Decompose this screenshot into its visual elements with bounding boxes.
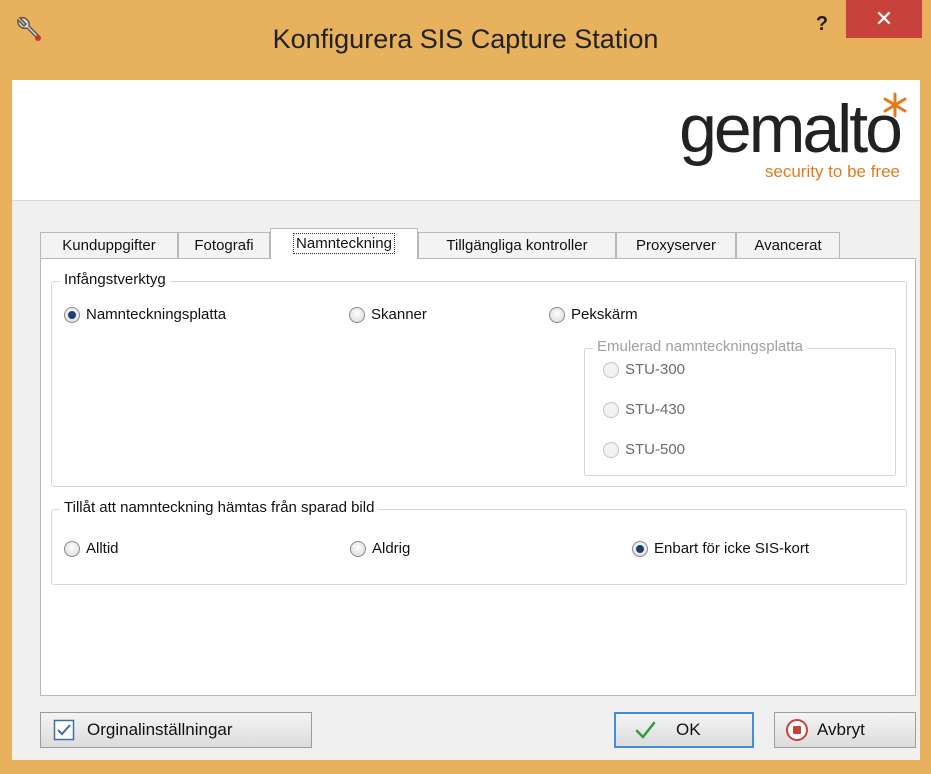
defaults-button-label: Orginalinställningar: [87, 720, 233, 739]
radio-label: Skanner: [371, 306, 427, 323]
tab-label: Fotografi: [194, 237, 254, 254]
emulated-pad-legend: Emulerad namnteckningsplatta: [593, 338, 807, 355]
radio-stu-430[interactable]: STU-430: [603, 401, 685, 418]
saved-image-group: Tillåt att namnteckning hämtas från spar…: [51, 499, 907, 585]
checkbox-check-icon: [53, 719, 75, 741]
radio-skanner[interactable]: Skanner: [349, 306, 427, 323]
radio-indicator: [603, 441, 619, 458]
radio-selected-indicator: [64, 306, 80, 323]
logo-star-icon: [883, 92, 907, 118]
emulated-signature-pad-group: Emulerad namnteckningsplatta STU-300 STU…: [584, 338, 896, 476]
capture-tool-legend: Infångstverktyg: [60, 271, 170, 288]
close-button[interactable]: ✕: [846, 0, 922, 38]
dialog-window: Konfigurera SIS Capture Station ? ✕ gema…: [0, 0, 931, 774]
tab-avancerat[interactable]: Avancerat: [736, 232, 840, 258]
capture-tool-group: Infångstverktyg Namnteckningsplatta Skan…: [51, 271, 907, 487]
cancel-button-label: Avbryt: [817, 720, 865, 739]
logo-tagline: security to be free: [764, 162, 900, 181]
tab-label: Avancerat: [754, 237, 822, 254]
stop-icon: [786, 719, 808, 741]
tab-proxyserver[interactable]: Proxyserver: [616, 232, 736, 258]
defaults-button[interactable]: Orginalinställningar: [40, 712, 312, 748]
radio-label: STU-300: [625, 361, 686, 378]
radio-label: Pekskärm: [571, 306, 638, 323]
radio-indicator: [349, 306, 365, 323]
tab-fotografi[interactable]: Fotografi: [178, 232, 270, 258]
title-bar[interactable]: Konfigurera SIS Capture Station ? ✕: [0, 0, 931, 80]
tab-label: Proxyserver: [635, 237, 717, 254]
radio-label: Enbart för icke SIS-kort: [654, 540, 810, 557]
cancel-button[interactable]: Avbryt: [774, 712, 916, 748]
tab-label: Kunduppgifter: [62, 237, 156, 254]
radio-label: Alltid: [86, 540, 119, 557]
radio-label: Namnteckningsplatta: [86, 306, 227, 323]
radio-pekskarm[interactable]: Pekskärm: [549, 306, 638, 323]
tab-label: Tillgängliga kontroller: [446, 237, 588, 254]
radio-indicator: [549, 306, 565, 323]
radio-indicator: [603, 401, 619, 418]
radio-indicator: [603, 361, 619, 378]
tab-kunduppgifter[interactable]: Kunduppgifter: [40, 232, 178, 258]
radio-indicator: [350, 540, 366, 557]
ok-button[interactable]: OK: [614, 712, 754, 748]
saved-image-legend: Tillåt att namnteckning hämtas från spar…: [60, 499, 379, 516]
radio-alltid[interactable]: Alltid: [64, 540, 119, 557]
gemalto-logo: gemalto security to be free: [600, 90, 907, 190]
tab-panel-namnteckning: Infångstverktyg Namnteckningsplatta Skan…: [40, 258, 916, 696]
tab-namnteckning[interactable]: Namnteckning: [270, 228, 418, 259]
radio-stu-500[interactable]: STU-500: [603, 441, 685, 458]
checkmark-icon: [635, 721, 656, 739]
radio-label: Aldrig: [372, 540, 411, 557]
radio-selected-indicator: [632, 540, 648, 557]
radio-namnteckningsplatta[interactable]: Namnteckningsplatta: [64, 306, 226, 323]
radio-aldrig[interactable]: Aldrig: [350, 540, 410, 557]
ok-button-label: OK: [676, 720, 701, 739]
tab-tillgangliga-kontroller[interactable]: Tillgängliga kontroller: [418, 232, 616, 258]
logo-wordmark: gemalto: [679, 91, 903, 167]
radio-enbart-icke-sis-kort[interactable]: Enbart för icke SIS-kort: [632, 540, 809, 557]
header-banner: gemalto security to be free: [12, 80, 920, 201]
radio-label: STU-500: [625, 441, 686, 458]
dialog-client-area: gemalto security to be free Kunduppgifte…: [12, 80, 920, 760]
help-button[interactable]: ?: [800, 6, 844, 42]
tab-label: Namnteckning: [293, 233, 395, 254]
radio-stu-300[interactable]: STU-300: [603, 361, 685, 378]
radio-label: STU-430: [625, 401, 686, 418]
radio-indicator: [64, 540, 80, 557]
window-title: Konfigurera SIS Capture Station: [272, 24, 659, 54]
